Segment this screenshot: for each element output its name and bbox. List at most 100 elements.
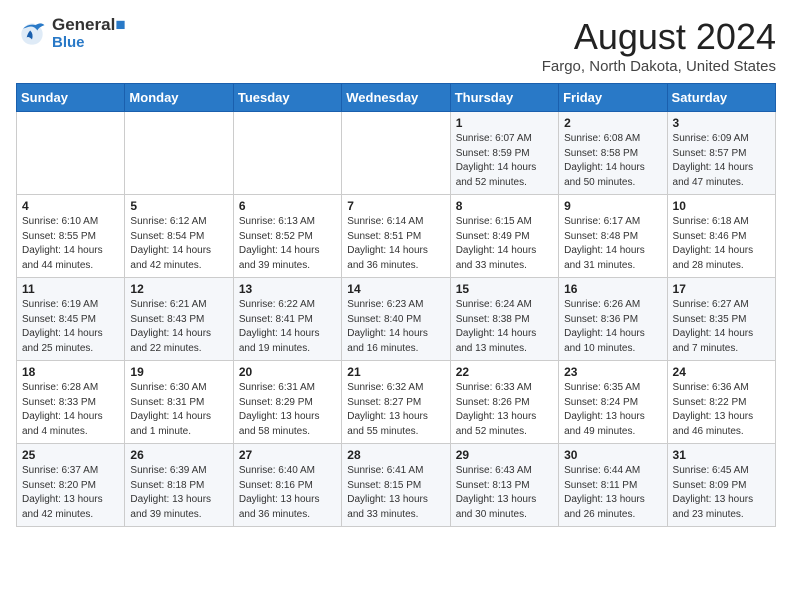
day-number: 13 bbox=[239, 282, 336, 296]
day-info: Sunrise: 6:31 AM Sunset: 8:29 PM Dayligh… bbox=[239, 381, 336, 439]
calendar-cell: 27 Sunrise: 6:40 AM Sunset: 8:16 PM Dayli… bbox=[233, 444, 341, 527]
day-info: Sunrise: 6:10 AM Sunset: 8:55 PM Dayligh… bbox=[22, 215, 119, 273]
calendar-cell: 30Sunrise: 6:44 AM Sunset: 8:11 PM Dayli… bbox=[559, 444, 667, 527]
day-number: 24 bbox=[673, 365, 770, 379]
calendar-cell: 18Sunrise: 6:28 AM Sunset: 8:33 PM Dayli… bbox=[17, 361, 125, 444]
calendar-cell: 14Sunrise: 6:23 AM Sunset: 8:40 PM Dayli… bbox=[342, 278, 450, 361]
day-number: 21 bbox=[347, 365, 444, 379]
calendar-cell: 19Sunrise: 6:30 AM Sunset: 8:31 PM Dayli… bbox=[125, 361, 233, 444]
day-info: Sunrise: 6:44 AM Sunset: 8:11 PM Dayligh… bbox=[564, 464, 661, 522]
day-info: Sunrise: 6:33 AM Sunset: 8:26 PM Dayligh… bbox=[456, 381, 553, 439]
day-info: Sunrise: 6:21 AM Sunset: 8:43 PM Dayligh… bbox=[130, 298, 227, 356]
calendar-cell: 12 Sunrise: 6:21 AM Sunset: 8:43 PM Dayli… bbox=[125, 278, 233, 361]
calendar-cell bbox=[233, 112, 341, 195]
day-number: 14 bbox=[347, 282, 444, 296]
day-number: 8 bbox=[456, 199, 553, 213]
calendar-cell: 9 Sunrise: 6:17 AM Sunset: 8:48 PM Daylig… bbox=[559, 195, 667, 278]
calendar-cell bbox=[17, 112, 125, 195]
calendar-cell: 23Sunrise: 6:35 AM Sunset: 8:24 PM Dayli… bbox=[559, 361, 667, 444]
day-info: Sunrise: 6:45 AM Sunset: 8:09 PM Dayligh… bbox=[673, 464, 770, 522]
calendar-cell: 1 Sunrise: 6:07 AM Sunset: 8:59 PM Daylig… bbox=[450, 112, 558, 195]
day-number: 1 bbox=[456, 116, 553, 130]
calendar-cell: 25Sunrise: 6:37 AM Sunset: 8:20 PM Dayli… bbox=[17, 444, 125, 527]
day-info: Sunrise: 6:28 AM Sunset: 8:33 PM Dayligh… bbox=[22, 381, 119, 439]
day-number: 22 bbox=[456, 365, 553, 379]
calendar-cell: 13 Sunrise: 6:22 AM Sunset: 8:41 PM Dayli… bbox=[233, 278, 341, 361]
day-info: Sunrise: 6:41 AM Sunset: 8:15 PM Dayligh… bbox=[347, 464, 444, 522]
day-info: Sunrise: 6:07 AM Sunset: 8:59 PM Dayligh… bbox=[456, 132, 553, 190]
weekday-header-tuesday: Tuesday bbox=[233, 84, 341, 112]
day-number: 27 bbox=[239, 448, 336, 462]
day-info: Sunrise: 6:12 AM Sunset: 8:54 PM Dayligh… bbox=[130, 215, 227, 273]
calendar-week-4: 18Sunrise: 6:28 AM Sunset: 8:33 PM Dayli… bbox=[17, 361, 776, 444]
calendar-subtitle: Fargo, North Dakota, United States bbox=[542, 58, 776, 75]
calendar-cell: 22 Sunrise: 6:33 AM Sunset: 8:26 PM Dayli… bbox=[450, 361, 558, 444]
calendar-cell: 24 Sunrise: 6:36 AM Sunset: 8:22 PM Dayli… bbox=[667, 361, 775, 444]
calendar-week-2: 4Sunrise: 6:10 AM Sunset: 8:55 PM Daylig… bbox=[17, 195, 776, 278]
title-block: August 2024 Fargo, North Dakota, United … bbox=[542, 16, 776, 75]
calendar-cell bbox=[125, 112, 233, 195]
weekday-header-saturday: Saturday bbox=[667, 84, 775, 112]
day-number: 12 bbox=[130, 282, 227, 296]
day-info: Sunrise: 6:22 AM Sunset: 8:41 PM Dayligh… bbox=[239, 298, 336, 356]
day-info: Sunrise: 6:15 AM Sunset: 8:49 PM Dayligh… bbox=[456, 215, 553, 273]
day-info: Sunrise: 6:13 AM Sunset: 8:52 PM Dayligh… bbox=[239, 215, 336, 273]
logo: General■ Blue bbox=[16, 16, 126, 51]
day-number: 17 bbox=[673, 282, 770, 296]
day-info: Sunrise: 6:09 AM Sunset: 8:57 PM Dayligh… bbox=[673, 132, 770, 190]
day-number: 3 bbox=[673, 116, 770, 130]
day-number: 9 bbox=[564, 199, 661, 213]
logo-text: General■ Blue bbox=[52, 16, 126, 51]
day-info: Sunrise: 6:43 AM Sunset: 8:13 PM Dayligh… bbox=[456, 464, 553, 522]
calendar-cell: 26Sunrise: 6:39 AM Sunset: 8:18 PM Dayli… bbox=[125, 444, 233, 527]
day-number: 5 bbox=[130, 199, 227, 213]
calendar-body: 1 Sunrise: 6:07 AM Sunset: 8:59 PM Daylig… bbox=[17, 112, 776, 527]
weekday-header-sunday: Sunday bbox=[17, 84, 125, 112]
day-info: Sunrise: 6:24 AM Sunset: 8:38 PM Dayligh… bbox=[456, 298, 553, 356]
day-number: 2 bbox=[564, 116, 661, 130]
day-number: 20 bbox=[239, 365, 336, 379]
calendar-cell: 17 Sunrise: 6:27 AM Sunset: 8:35 PM Dayli… bbox=[667, 278, 775, 361]
day-info: Sunrise: 6:40 AM Sunset: 8:16 PM Dayligh… bbox=[239, 464, 336, 522]
calendar-cell: 4Sunrise: 6:10 AM Sunset: 8:55 PM Daylig… bbox=[17, 195, 125, 278]
calendar-cell: 16 Sunrise: 6:26 AM Sunset: 8:36 PM Dayli… bbox=[559, 278, 667, 361]
calendar-week-1: 1 Sunrise: 6:07 AM Sunset: 8:59 PM Daylig… bbox=[17, 112, 776, 195]
day-info: Sunrise: 6:36 AM Sunset: 8:22 PM Dayligh… bbox=[673, 381, 770, 439]
day-number: 10 bbox=[673, 199, 770, 213]
day-number: 15 bbox=[456, 282, 553, 296]
calendar-table: SundayMondayTuesdayWednesdayThursdayFrid… bbox=[16, 83, 776, 527]
calendar-cell: 3 Sunrise: 6:09 AM Sunset: 8:57 PM Daylig… bbox=[667, 112, 775, 195]
page-header: General■ Blue August 2024 Fargo, North D… bbox=[16, 16, 776, 75]
day-info: Sunrise: 6:14 AM Sunset: 8:51 PM Dayligh… bbox=[347, 215, 444, 273]
calendar-cell: 21Sunrise: 6:32 AM Sunset: 8:27 PM Dayli… bbox=[342, 361, 450, 444]
logo-bird-icon bbox=[16, 18, 48, 50]
calendar-cell: 5 Sunrise: 6:12 AM Sunset: 8:54 PM Daylig… bbox=[125, 195, 233, 278]
day-info: Sunrise: 6:27 AM Sunset: 8:35 PM Dayligh… bbox=[673, 298, 770, 356]
day-info: Sunrise: 6:19 AM Sunset: 8:45 PM Dayligh… bbox=[22, 298, 119, 356]
day-info: Sunrise: 6:37 AM Sunset: 8:20 PM Dayligh… bbox=[22, 464, 119, 522]
day-number: 11 bbox=[22, 282, 119, 296]
weekday-header-wednesday: Wednesday bbox=[342, 84, 450, 112]
day-info: Sunrise: 6:26 AM Sunset: 8:36 PM Dayligh… bbox=[564, 298, 661, 356]
calendar-title: August 2024 bbox=[542, 16, 776, 58]
calendar-cell: 15 Sunrise: 6:24 AM Sunset: 8:38 PM Dayli… bbox=[450, 278, 558, 361]
calendar-week-5: 25Sunrise: 6:37 AM Sunset: 8:20 PM Dayli… bbox=[17, 444, 776, 527]
calendar-cell: 8 Sunrise: 6:15 AM Sunset: 8:49 PM Daylig… bbox=[450, 195, 558, 278]
calendar-cell: 31Sunrise: 6:45 AM Sunset: 8:09 PM Dayli… bbox=[667, 444, 775, 527]
day-info: Sunrise: 6:30 AM Sunset: 8:31 PM Dayligh… bbox=[130, 381, 227, 439]
day-info: Sunrise: 6:35 AM Sunset: 8:24 PM Dayligh… bbox=[564, 381, 661, 439]
day-number: 16 bbox=[564, 282, 661, 296]
calendar-cell: 28 Sunrise: 6:41 AM Sunset: 8:15 PM Dayli… bbox=[342, 444, 450, 527]
weekday-header-friday: Friday bbox=[559, 84, 667, 112]
day-info: Sunrise: 6:18 AM Sunset: 8:46 PM Dayligh… bbox=[673, 215, 770, 273]
day-number: 28 bbox=[347, 448, 444, 462]
weekday-header-thursday: Thursday bbox=[450, 84, 558, 112]
calendar-cell: 6Sunrise: 6:13 AM Sunset: 8:52 PM Daylig… bbox=[233, 195, 341, 278]
weekday-header-monday: Monday bbox=[125, 84, 233, 112]
weekday-header-row: SundayMondayTuesdayWednesdayThursdayFrid… bbox=[17, 84, 776, 112]
day-number: 29 bbox=[456, 448, 553, 462]
day-info: Sunrise: 6:17 AM Sunset: 8:48 PM Dayligh… bbox=[564, 215, 661, 273]
calendar-cell: 7Sunrise: 6:14 AM Sunset: 8:51 PM Daylig… bbox=[342, 195, 450, 278]
calendar-header: SundayMondayTuesdayWednesdayThursdayFrid… bbox=[17, 84, 776, 112]
calendar-cell bbox=[342, 112, 450, 195]
